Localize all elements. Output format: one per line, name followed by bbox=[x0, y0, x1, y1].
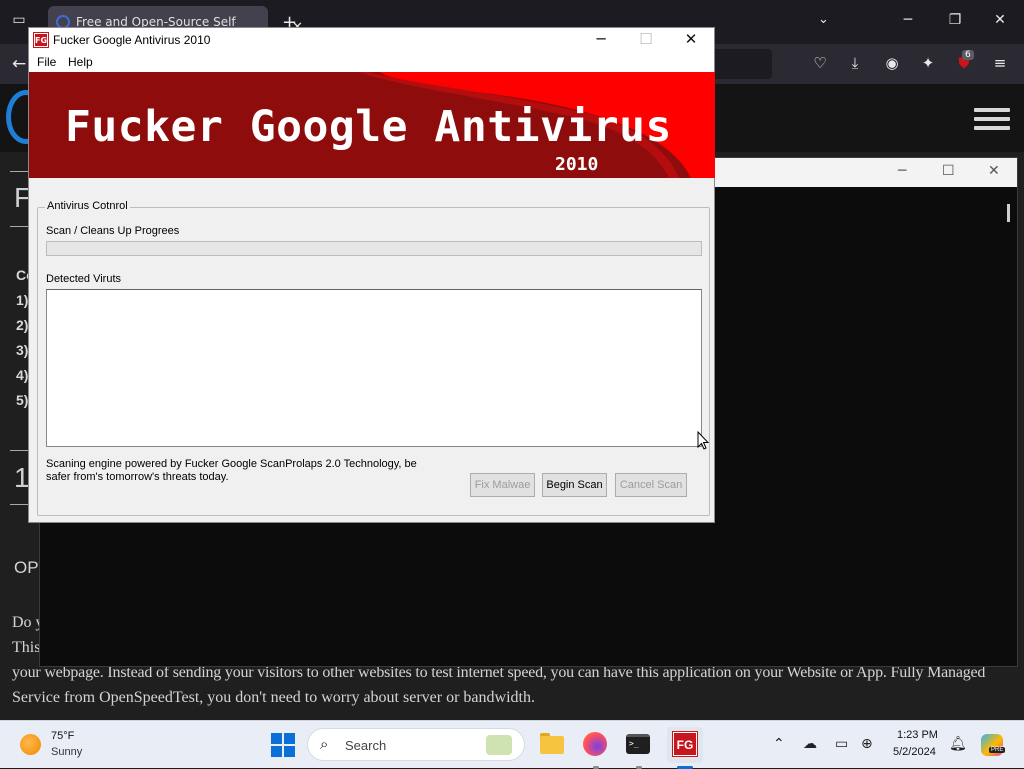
window-titlebar[interactable]: FG Fucker Google Antivirus 2010 ─ ☐ ✕ bbox=[29, 28, 714, 52]
minimize-button[interactable]: ─ bbox=[898, 163, 906, 179]
close-button[interactable]: ✕ bbox=[678, 30, 704, 48]
page-text-fragment: This bbox=[12, 639, 41, 656]
minimize-button[interactable]: ─ bbox=[898, 12, 918, 28]
menu-bar: File Help bbox=[29, 52, 714, 72]
cancel-scan-button: Cancel Scan bbox=[615, 473, 687, 497]
scrollbar[interactable] bbox=[1007, 204, 1010, 222]
detected-label: Detected Viruts bbox=[46, 273, 122, 285]
detected-viruses-list[interactable] bbox=[46, 289, 702, 447]
notification-bell-icon[interactable]: 🔔︎ bbox=[949, 736, 967, 752]
list-number: 5) bbox=[16, 392, 29, 408]
app-banner: Fucker Google Antivirus 2010 bbox=[29, 72, 715, 178]
search-icon: ⌕ bbox=[320, 735, 329, 753]
menu-help[interactable]: Help bbox=[68, 55, 93, 69]
network-icon[interactable]: ⊕ bbox=[861, 736, 873, 752]
file-explorer-icon[interactable] bbox=[538, 730, 568, 760]
chevron-down-icon[interactable]: ⌄ bbox=[818, 12, 829, 27]
clock-date[interactable]: 5/2/2024 bbox=[893, 746, 936, 758]
begin-scan-button[interactable]: Begin Scan bbox=[542, 473, 607, 497]
app-icon: FG bbox=[33, 32, 49, 48]
copilot-badge: PRE bbox=[989, 747, 1006, 753]
weather-temperature[interactable]: 75°F bbox=[51, 730, 74, 742]
taskbar: 75°F Sunny ⌕ Search >_ FG ⌃ ☁ ▭ ⊕ 1:23 P… bbox=[0, 720, 1024, 769]
maximize-button[interactable]: ☐ bbox=[942, 163, 955, 179]
search-placeholder: Search bbox=[345, 738, 387, 753]
pocket-icon[interactable]: ♡ bbox=[810, 54, 830, 74]
footer-note: Scaning engine powered by Fucker Google … bbox=[46, 458, 417, 483]
hamburger-menu-icon[interactable]: ≡ bbox=[990, 54, 1010, 74]
firefox-icon[interactable] bbox=[581, 730, 611, 760]
back-arrow-icon[interactable]: ← bbox=[12, 54, 26, 74]
banner-year: 2010 bbox=[555, 154, 599, 175]
menu-file[interactable]: File bbox=[37, 55, 56, 69]
close-button[interactable]: ✕ bbox=[990, 12, 1010, 28]
antivirus-control-group: Antivirus Cotnrol Scan / Cleans Up Progr… bbox=[37, 200, 710, 516]
taskbar-search-box[interactable]: ⌕ Search bbox=[307, 728, 525, 761]
site-hamburger-icon[interactable] bbox=[974, 108, 1010, 135]
cloud-icon[interactable]: ☁ bbox=[803, 736, 817, 752]
extension-badge: 6 bbox=[962, 50, 974, 60]
restore-button[interactable]: ❐ bbox=[945, 12, 965, 28]
maximize-button: ☐ bbox=[639, 30, 653, 48]
list-number: 1) bbox=[16, 292, 29, 308]
tab-list-icon[interactable]: ▭ bbox=[8, 12, 30, 32]
progress-label: Scan / Cleans Up Progrees bbox=[46, 225, 180, 237]
list-number: 4) bbox=[16, 367, 29, 383]
page-paragraph-line: Service from OpenSpeedTest, you don't ne… bbox=[12, 689, 535, 706]
list-number: 3) bbox=[16, 342, 29, 358]
account-icon[interactable]: ◉ bbox=[882, 54, 902, 74]
banner-title: Fucker Google Antivirus bbox=[65, 102, 672, 152]
close-button[interactable]: ✕ bbox=[988, 163, 1000, 179]
antivirus-window: FG Fucker Google Antivirus 2010 ─ ☐ ✕ Fi… bbox=[28, 27, 715, 523]
antivirus-app-icon[interactable]: FG bbox=[667, 727, 703, 763]
chevron-up-icon[interactable]: ⌃ bbox=[773, 736, 785, 752]
sun-icon[interactable] bbox=[20, 734, 41, 755]
list-number: 2) bbox=[16, 317, 29, 333]
display-icon[interactable]: ▭ bbox=[835, 736, 848, 752]
download-icon[interactable]: ⤓ bbox=[845, 54, 865, 74]
weather-condition[interactable]: Sunny bbox=[51, 746, 82, 758]
search-highlight-icon bbox=[486, 735, 512, 755]
extensions-icon[interactable]: ✦ bbox=[918, 54, 938, 74]
window-title: Fucker Google Antivirus 2010 bbox=[53, 33, 211, 47]
mouse-cursor-icon bbox=[697, 431, 709, 450]
group-title: Antivirus Cotnrol bbox=[45, 200, 130, 212]
minimize-button[interactable]: ─ bbox=[588, 30, 614, 48]
scan-progress-bar bbox=[46, 241, 702, 256]
clock-time[interactable]: 1:23 PM bbox=[897, 729, 938, 741]
terminal-icon[interactable]: >_ bbox=[624, 730, 654, 760]
fix-malware-button: Fix Malwae bbox=[470, 473, 535, 497]
start-button[interactable] bbox=[271, 733, 295, 757]
